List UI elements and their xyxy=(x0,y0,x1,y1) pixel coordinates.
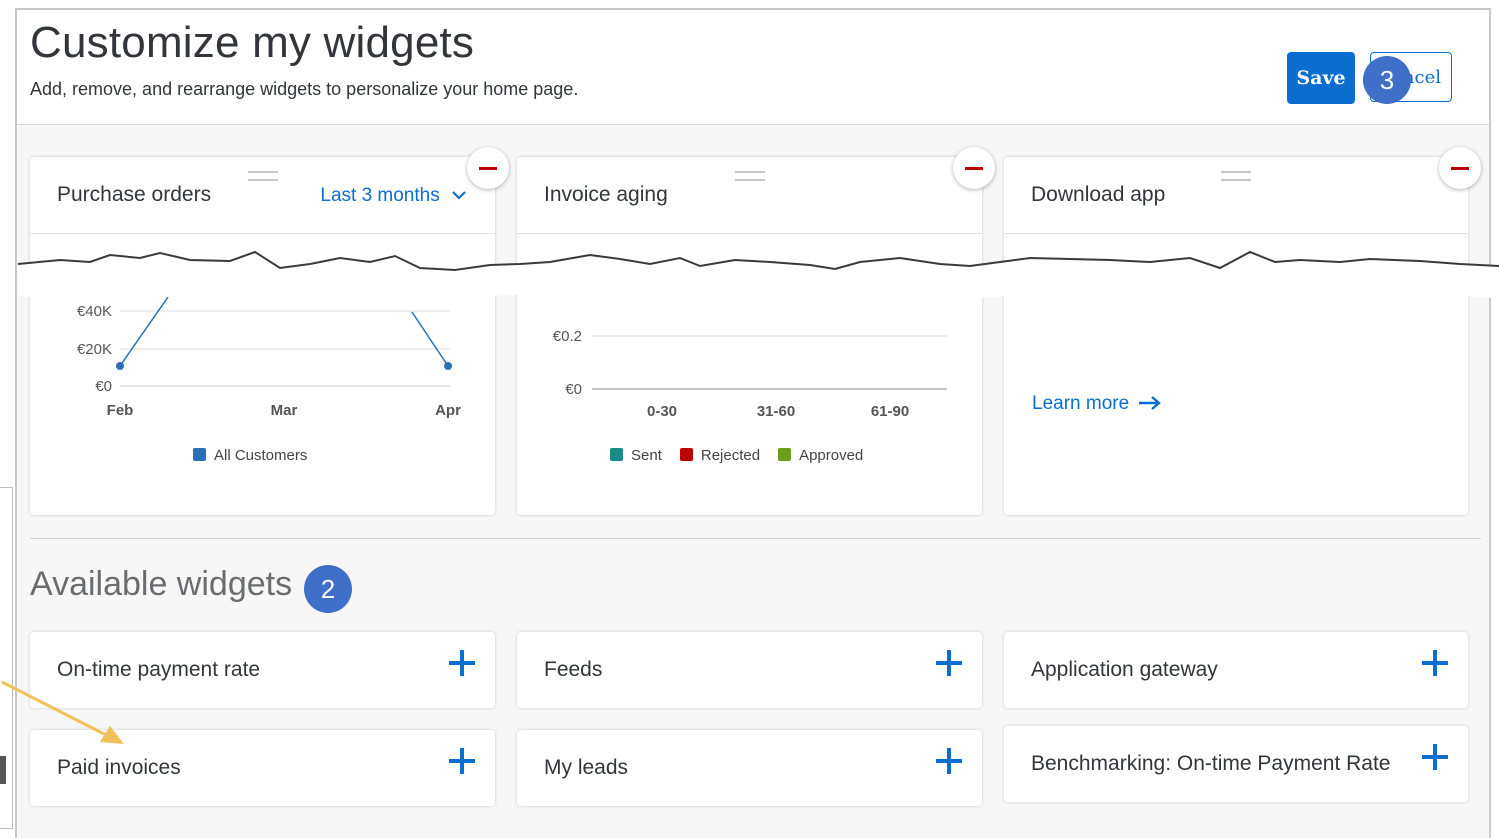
legend-item: Approved xyxy=(778,447,863,464)
y-tick-label: €0 xyxy=(565,381,582,398)
annotation-arrow-icon xyxy=(1,680,124,744)
available-widgets-title: Available widgets xyxy=(30,565,293,603)
legend-item: Rejected xyxy=(679,447,760,464)
y-tick-label: €0 xyxy=(95,378,112,395)
x-tick-label: 0-30 xyxy=(647,403,677,420)
add-icon[interactable] xyxy=(1422,744,1448,770)
chart-legend: Sent Rejected Approved xyxy=(610,447,863,464)
remove-widget-button[interactable] xyxy=(953,147,995,189)
dialog-header: Customize my widgets Add, remove, and re… xyxy=(17,10,1489,125)
available-widget-benchmarking[interactable]: Benchmarking: On-time Payment Rate xyxy=(1004,726,1468,802)
x-tick-label: Mar xyxy=(271,402,298,419)
legend-item: Sent xyxy=(610,447,662,464)
page-subtitle: Add, remove, and rearrange widgets to pe… xyxy=(30,79,579,99)
widget-header: Download app xyxy=(1004,157,1468,234)
learn-more-link[interactable]: Learn more xyxy=(1032,393,1162,415)
y-tick-label: €40K xyxy=(77,303,112,320)
background-window-edge xyxy=(0,487,13,829)
add-icon[interactable] xyxy=(936,650,962,676)
available-widget-application-gateway[interactable]: Application gateway xyxy=(1004,632,1468,708)
save-button[interactable]: Save xyxy=(1287,52,1355,104)
widget-title: Download app xyxy=(1031,183,1166,206)
background-window-element xyxy=(0,756,6,784)
x-tick-label: Apr xyxy=(435,402,461,419)
remove-widget-button[interactable] xyxy=(467,147,509,189)
learn-more-label: Learn more xyxy=(1032,393,1130,414)
minus-icon xyxy=(965,166,983,170)
add-icon[interactable] xyxy=(1422,650,1448,676)
invoice-aging-widget[interactable]: Invoice aging €0.2 €0 0-30 31-60 61-90 S… xyxy=(517,157,982,515)
drag-handle-icon[interactable] xyxy=(1221,171,1251,181)
add-icon[interactable] xyxy=(449,650,475,676)
widget-label: My leads xyxy=(544,756,629,779)
page-title: Customize my widgets xyxy=(30,18,475,67)
x-tick-label: Feb xyxy=(107,402,134,419)
chart-legend: All Customers xyxy=(193,447,307,464)
legend-item: All Customers xyxy=(193,447,307,464)
x-tick-label: 31-60 xyxy=(757,403,795,420)
minus-icon xyxy=(1451,166,1469,170)
y-tick-label: €0.2 xyxy=(553,328,582,345)
available-widget-feeds[interactable]: Feeds xyxy=(517,632,982,708)
download-app-widget[interactable]: Download app xyxy=(1004,157,1468,515)
section-divider xyxy=(30,538,1481,539)
arrow-right-icon xyxy=(1139,396,1162,410)
customize-widgets-dialog: Customize my widgets Add, remove, and re… xyxy=(15,8,1491,838)
step-badge-3: 3 xyxy=(1363,56,1411,104)
available-widget-my-leads[interactable]: My leads xyxy=(517,730,982,806)
purchase-orders-widget[interactable]: Purchase orders Last 3 months €40K €20K … xyxy=(30,157,495,515)
minus-icon xyxy=(479,166,497,170)
add-icon[interactable] xyxy=(936,748,962,774)
y-tick-label: €20K xyxy=(77,341,112,358)
widget-label: Paid invoices xyxy=(57,756,181,779)
widget-label: Feeds xyxy=(544,658,603,681)
x-tick-label: 61-90 xyxy=(871,403,909,420)
add-icon[interactable] xyxy=(449,748,475,774)
data-point xyxy=(444,362,452,370)
step-badge-2: 2 xyxy=(304,565,352,613)
widget-label: Application gateway xyxy=(1031,658,1218,681)
remove-widget-button[interactable] xyxy=(1439,147,1481,189)
widget-label: Benchmarking: On-time Payment Rate xyxy=(1031,752,1391,775)
data-point xyxy=(116,362,124,370)
